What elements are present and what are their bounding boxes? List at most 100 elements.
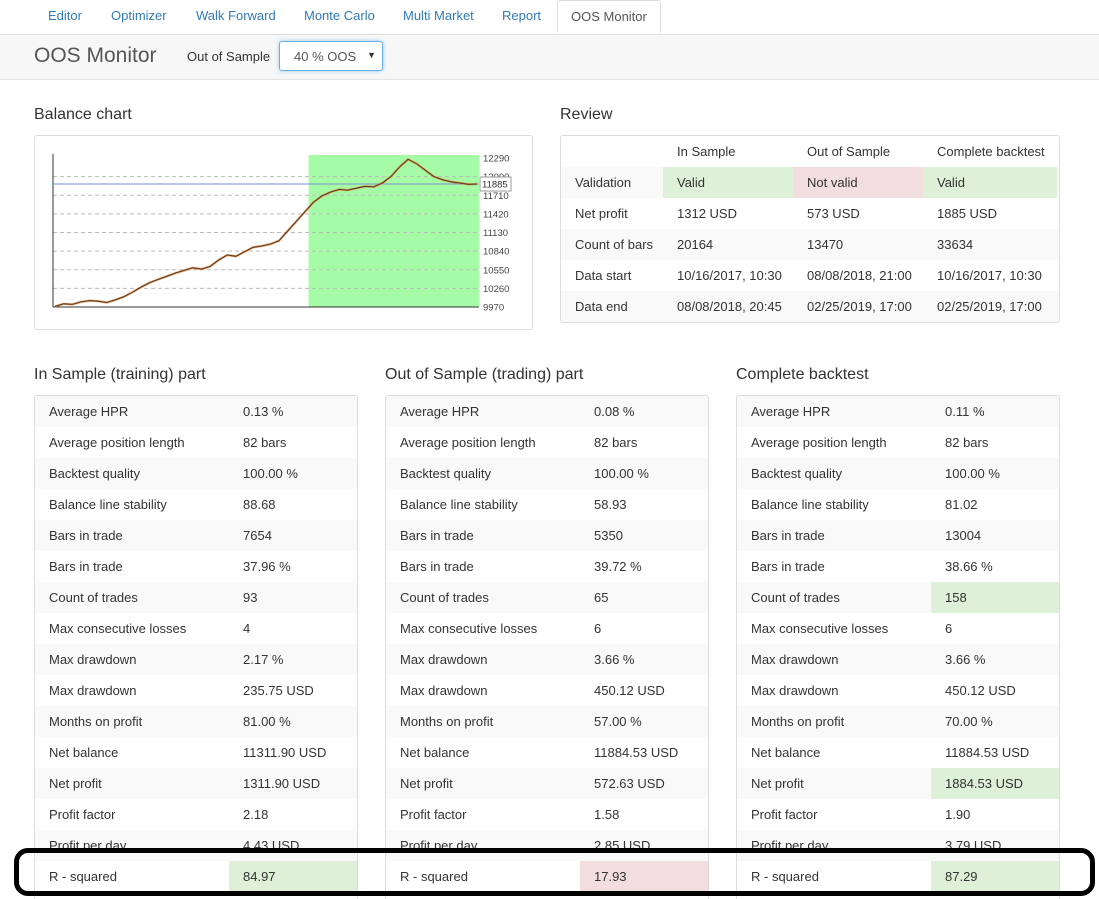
tab-report[interactable]: Report xyxy=(502,0,541,33)
review-header-in-sample: In Sample xyxy=(677,144,736,159)
table-row: Max drawdown 235.75 USD xyxy=(35,675,357,706)
stat-label: Average position length xyxy=(49,435,185,450)
table-row: Months on profit 81.00 % xyxy=(35,706,357,737)
stat-value: 13004 xyxy=(945,528,982,543)
table-row: Months on profit 70.00 % xyxy=(737,706,1059,737)
stat-label: Backtest quality xyxy=(400,466,492,481)
review-row-count-of-bars: Count of bars 20164 13470 33634 xyxy=(561,229,1059,260)
y-tick-label: 10260 xyxy=(483,284,509,295)
table-row: Profit factor 2.18 xyxy=(35,799,357,830)
y-tick-label: 11710 xyxy=(483,191,509,202)
out-of-sample-title: Out of Sample (trading) part xyxy=(385,366,584,383)
table-row: R - squared 84.97 xyxy=(35,861,357,892)
stat-label: Profit factor xyxy=(751,807,818,822)
page-title: OOS Monitor xyxy=(34,44,157,67)
oos-region xyxy=(308,155,479,307)
stat-label: Net balance xyxy=(49,745,119,760)
table-row: Profit per day 3.79 USD xyxy=(737,830,1059,861)
table-row: R - squared 17.93 xyxy=(386,861,708,892)
table-row: Profit factor 1.58 xyxy=(386,799,708,830)
review-value: 02/25/2019, 17:00 xyxy=(937,299,1042,314)
tab-multi-market[interactable]: Multi Market xyxy=(403,0,474,33)
table-row: Average HPR 0.11 % xyxy=(737,396,1059,427)
stat-label: Profit per day xyxy=(400,838,478,853)
stat-value: 2.17 % xyxy=(243,652,284,667)
review-value: 08/08/2018, 21:00 xyxy=(807,268,912,283)
stat-value: 3.66 % xyxy=(594,652,635,667)
review-value: 02/25/2019, 17:00 xyxy=(807,299,912,314)
y-tick-label: 10550 xyxy=(483,265,509,276)
stat-value: 70.00 % xyxy=(945,714,993,729)
review-header-complete: Complete backtest xyxy=(937,144,1045,159)
table-row: Balance line stability 58.93 xyxy=(386,489,708,520)
stat-label: Average position length xyxy=(400,435,536,450)
stat-label: Max consecutive losses xyxy=(751,621,889,636)
stat-value: 82 bars xyxy=(243,435,287,450)
tab-oos-monitor[interactable]: OOS Monitor xyxy=(557,0,661,33)
y-tick-label: 9970 xyxy=(483,303,504,314)
stat-value: 235.75 USD xyxy=(243,683,314,698)
stat-value: 84.97 xyxy=(229,861,357,892)
out-of-sample-stats-table: Average HPR 0.08 % Average position length… xyxy=(385,395,709,899)
stat-value: 39.72 % xyxy=(594,559,642,574)
stat-label: Average HPR xyxy=(400,404,480,419)
in-sample-stats-table: Average HPR 0.13 % Average position length… xyxy=(34,395,358,899)
table-row: Average position length 82 bars xyxy=(737,427,1059,458)
stat-value: 0.08 % xyxy=(594,404,635,419)
stat-value: 11311.90 USD xyxy=(243,745,327,760)
review-value: 20164 xyxy=(677,237,714,252)
stat-value: 38.66 % xyxy=(945,559,993,574)
table-row: Backtest quality 100.00 % xyxy=(737,458,1059,489)
tab-monte-carlo[interactable]: Monte Carlo xyxy=(304,0,375,33)
oos-select[interactable]: 40 % OOS ▼ xyxy=(279,41,383,71)
table-row: R - squared 87.29 xyxy=(737,861,1059,892)
stat-value: 81.00 % xyxy=(243,714,291,729)
table-row: Months on profit 57.00 % xyxy=(386,706,708,737)
stat-label: R - squared xyxy=(751,869,819,884)
review-value: 573 USD xyxy=(807,206,860,221)
table-row: Max consecutive losses 6 xyxy=(386,613,708,644)
table-row: Bars in trade 39.72 % xyxy=(386,551,708,582)
stat-label: Net profit xyxy=(751,776,804,791)
table-row: Average HPR 0.08 % xyxy=(386,396,708,427)
stat-label: Count of trades xyxy=(49,590,138,605)
y-tick-label: 11420 xyxy=(483,209,509,220)
review-label: Data start xyxy=(575,268,632,283)
stat-value: 82 bars xyxy=(945,435,989,450)
table-row: Net balance 11884.53 USD xyxy=(386,737,708,768)
review-value: 10/16/2017, 10:30 xyxy=(677,268,782,283)
stat-label: Average HPR xyxy=(751,404,831,419)
stat-label: Months on profit xyxy=(400,714,494,729)
stat-value: 81.02 xyxy=(945,497,978,512)
stat-label: Average position length xyxy=(751,435,887,450)
stat-label: Net profit xyxy=(49,776,102,791)
stat-value: 158 xyxy=(931,582,1059,613)
main-tab-bar: Editor Optimizer Walk Forward Monte Carl… xyxy=(0,0,1099,35)
stat-label: Profit factor xyxy=(400,807,467,822)
stat-value: 3.66 % xyxy=(945,652,986,667)
stat-value: 572.63 USD xyxy=(594,776,665,791)
table-row: Net profit 1311.90 USD xyxy=(35,768,357,799)
table-row: Net balance 11884.53 USD xyxy=(737,737,1059,768)
tab-editor[interactable]: Editor xyxy=(48,0,82,33)
stat-value: 5350 xyxy=(594,528,623,543)
review-label: Count of bars xyxy=(575,237,654,252)
balance-chart: 1229012000117101142011130108401055010260… xyxy=(34,135,533,330)
review-title: Review xyxy=(560,106,613,123)
tab-optimizer[interactable]: Optimizer xyxy=(111,0,167,33)
table-row: Max drawdown 450.12 USD xyxy=(737,675,1059,706)
table-row: Bars in trade 13004 xyxy=(737,520,1059,551)
stat-label: R - squared xyxy=(49,869,117,884)
stat-value: 87.29 xyxy=(931,861,1059,892)
table-row: Backtest quality 100.00 % xyxy=(386,458,708,489)
table-row: Count of trades 158 xyxy=(737,582,1059,613)
tab-walk-forward[interactable]: Walk Forward xyxy=(196,0,276,33)
review-validation-in-sample: Valid xyxy=(663,167,793,198)
stat-value: 93 xyxy=(243,590,258,605)
stat-label: Bars in trade xyxy=(751,528,825,543)
table-row: Bars in trade 38.66 % xyxy=(737,551,1059,582)
stat-value: 2.85 USD xyxy=(594,838,651,853)
table-row: Bars in trade 7654 xyxy=(35,520,357,551)
stat-value: 11884.53 USD xyxy=(945,745,1030,760)
stat-label: Bars in trade xyxy=(400,559,474,574)
